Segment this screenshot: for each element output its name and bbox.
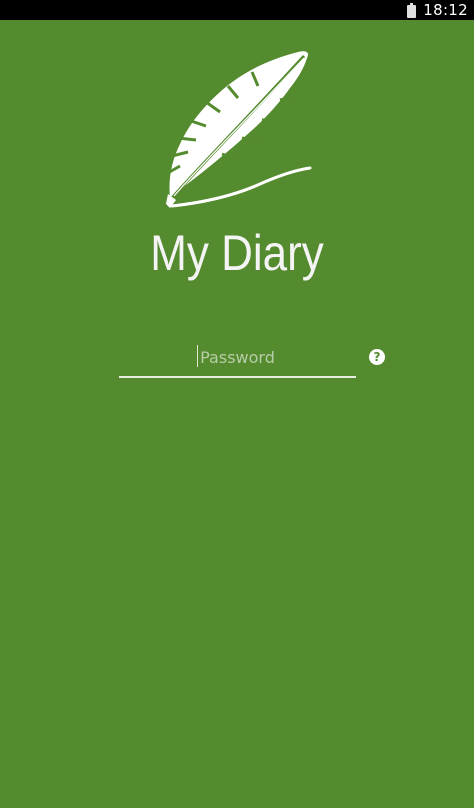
feather-pen-icon	[165, 51, 312, 208]
app-title: My Diary	[150, 225, 324, 281]
help-icon[interactable]: ?	[369, 349, 385, 365]
text-cursor	[197, 345, 198, 367]
password-field[interactable]	[119, 340, 356, 378]
login-screen: 18:12 My Diary ?	[0, 0, 474, 808]
battery-icon	[407, 2, 417, 18]
status-bar: 18:12	[0, 0, 474, 20]
password-input[interactable]	[119, 340, 356, 374]
status-time: 18:12	[423, 1, 468, 19]
